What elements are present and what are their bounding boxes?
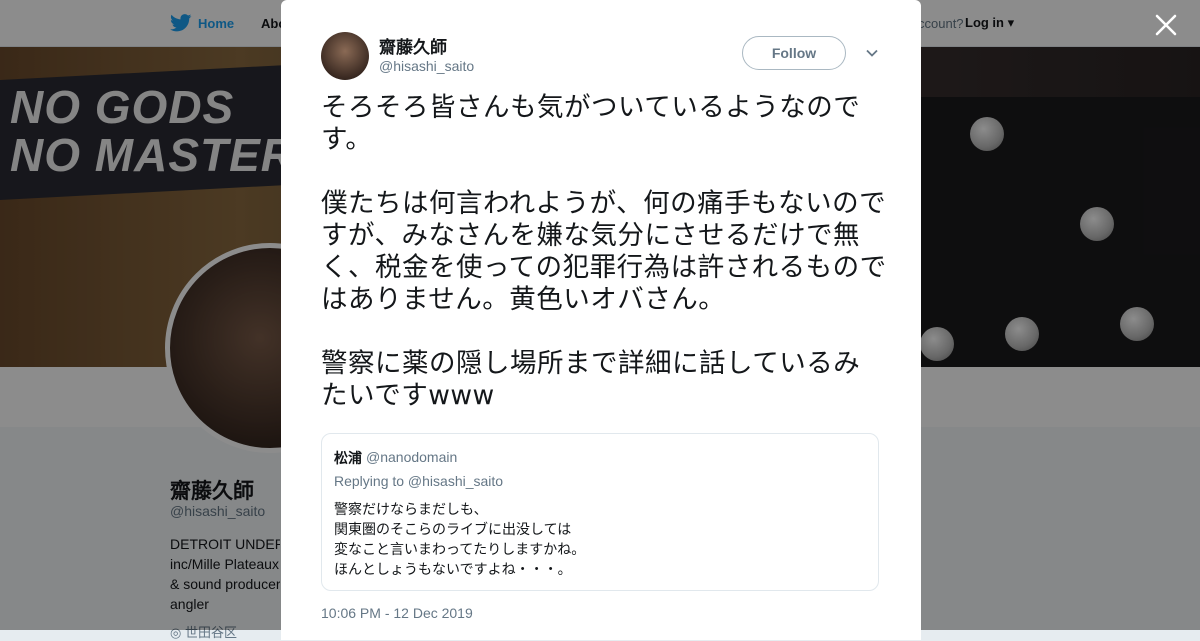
tweet-timestamp[interactable]: 10:06 PM - 12 Dec 2019 [321,605,473,621]
author-handle[interactable]: @hisashi_saito [379,58,474,74]
quote-author-handle: @nanodomain [366,449,458,465]
author-name[interactable]: 齋藤久師 [379,33,447,58]
tweet-text: そろそろ皆さんも気がついているようなのです。 僕たちは何言われようが、何の痛手も… [321,92,887,411]
tweet-modal: 齋藤久師 @hisashi_saito Follow そろそろ皆さんも気がついて… [281,0,921,640]
quote-author-name: 松浦 [334,451,362,467]
quote-replying-to[interactable]: Replying to @hisashi_saito [334,473,503,489]
close-icon [1155,14,1177,36]
chevron-down-icon [866,49,878,57]
tweet-menu-button[interactable] [865,46,879,60]
follow-button[interactable]: Follow [742,36,846,70]
close-button[interactable] [1153,12,1179,38]
quoted-tweet[interactable]: 松浦 @nanodomain Replying to @hisashi_sait… [321,433,879,591]
author-avatar[interactable] [321,32,369,80]
quote-text: 警察だけならまだしも、 関東圏のそこらのライブに出没しては 変なこと言いまわって… [334,502,586,578]
